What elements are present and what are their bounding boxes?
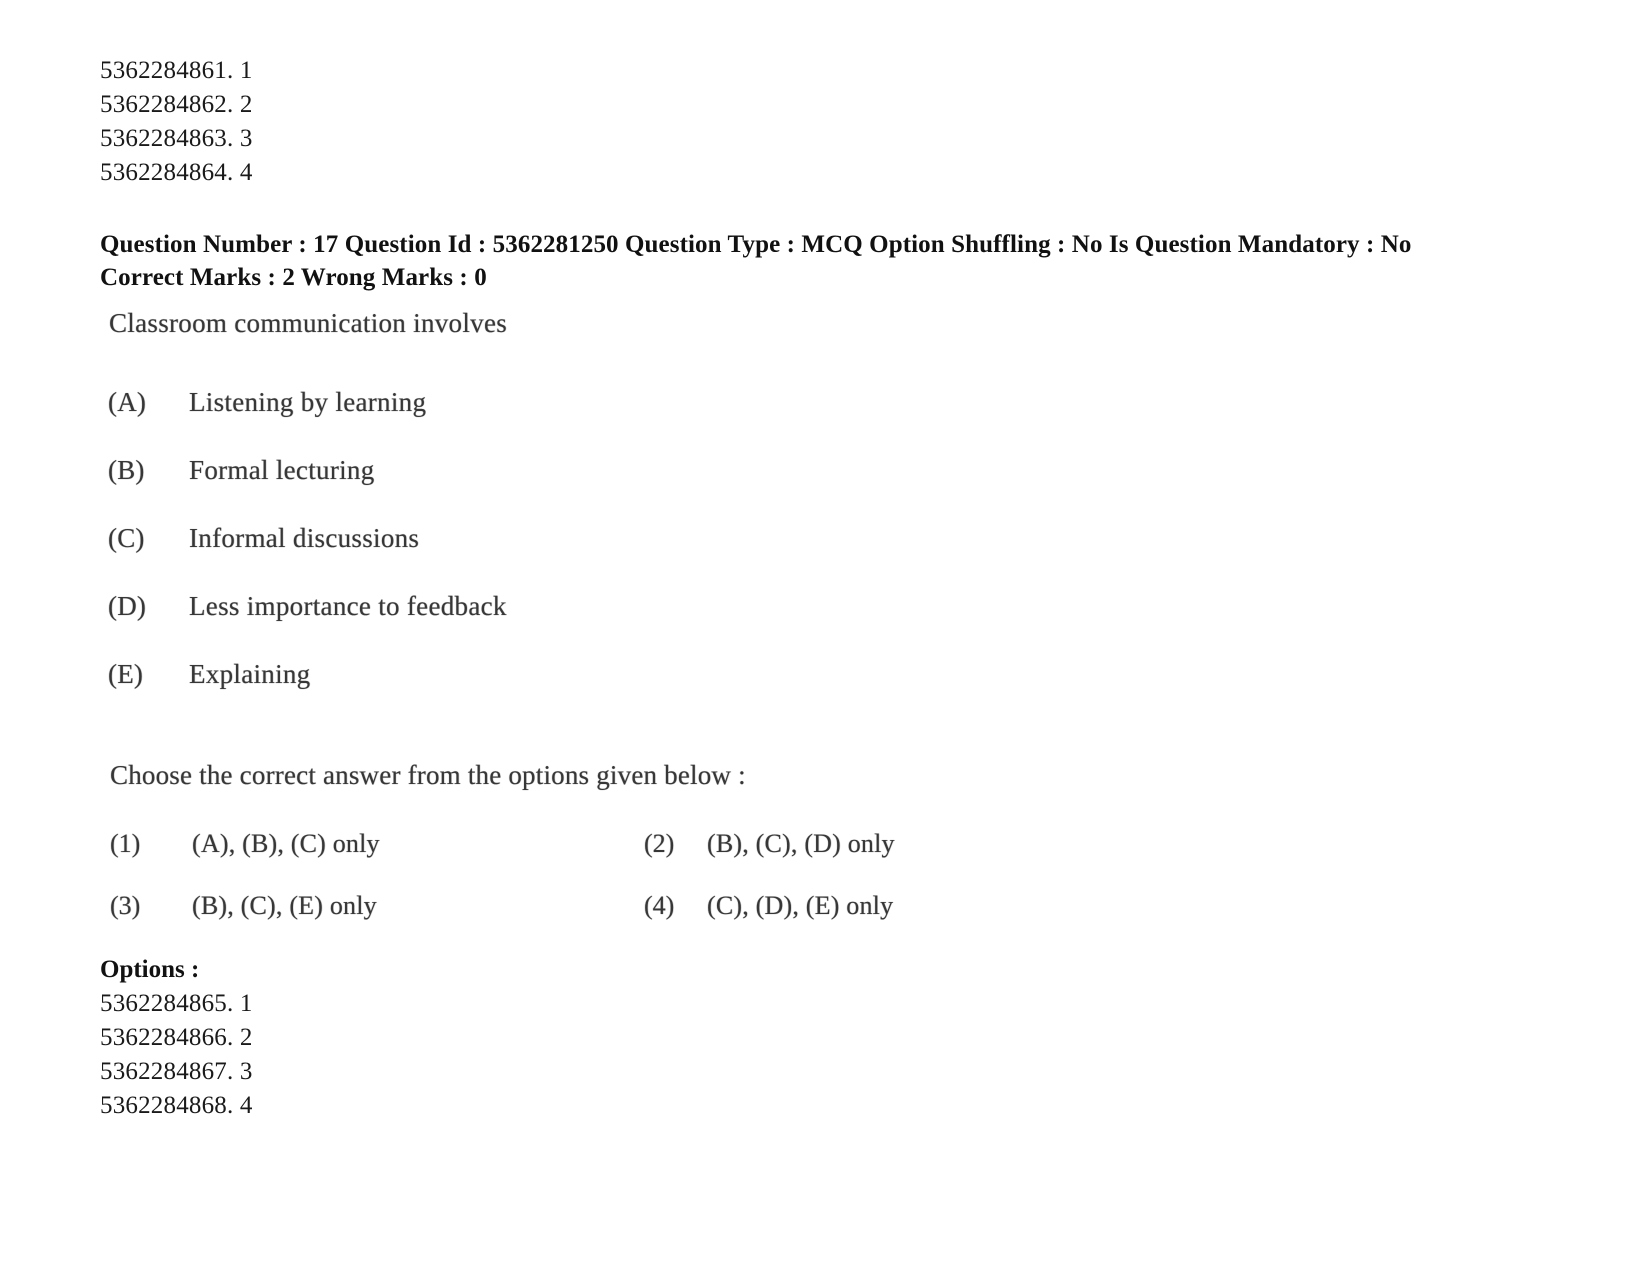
option-id-line: 5362284865. 1 xyxy=(100,990,253,1017)
option-id-line: 5362284867. 3 xyxy=(100,1058,253,1085)
statement-letter: (B) xyxy=(108,455,145,485)
statement-text: Less importance to feedback xyxy=(189,591,507,621)
statement-letter: (D) xyxy=(108,591,147,621)
option-id-line: 5362284862. 2 xyxy=(100,91,253,118)
question-meta-line-2: Correct Marks : 2 Wrong Marks : 0 xyxy=(100,264,487,291)
exam-question-page: 5362284861. 1 5362284862. 2 5362284863. … xyxy=(0,0,1650,1275)
answer-choice-text: (C), (D), (E) only xyxy=(707,891,894,920)
option-id-line: 5362284868. 4 xyxy=(100,1092,253,1119)
statement-letter: (C) xyxy=(108,523,145,553)
option-id-line: 5362284863. 3 xyxy=(100,125,253,152)
options-section-label: Options : xyxy=(100,956,200,983)
answer-choice-number: (1) xyxy=(110,829,141,858)
answer-choice-number: (2) xyxy=(644,829,675,858)
question-meta-line-1: Question Number : 17 Question Id : 53622… xyxy=(100,231,1412,258)
question-stem: Classroom communication involves xyxy=(109,308,508,338)
statement-letter: (A) xyxy=(108,387,147,417)
option-id-line: 5362284866. 2 xyxy=(100,1024,253,1051)
answer-choice-number: (3) xyxy=(110,891,141,920)
answer-choice-text: (B), (C), (D) only xyxy=(707,829,895,858)
statement-text: Informal discussions xyxy=(189,523,420,553)
answer-choice-number: (4) xyxy=(644,891,675,920)
statement-text: Formal lecturing xyxy=(189,455,375,485)
answer-instruction: Choose the correct answer from the optio… xyxy=(110,760,746,790)
option-id-line: 5362284864. 4 xyxy=(100,159,253,186)
statement-text: Listening by learning xyxy=(189,387,427,417)
option-id-line: 5362284861. 1 xyxy=(100,57,253,84)
answer-choice-text: (A), (B), (C) only xyxy=(192,829,380,858)
statement-text: Explaining xyxy=(189,659,311,689)
statement-letter: (E) xyxy=(108,659,144,689)
answer-choice-text: (B), (C), (E) only xyxy=(192,891,377,920)
